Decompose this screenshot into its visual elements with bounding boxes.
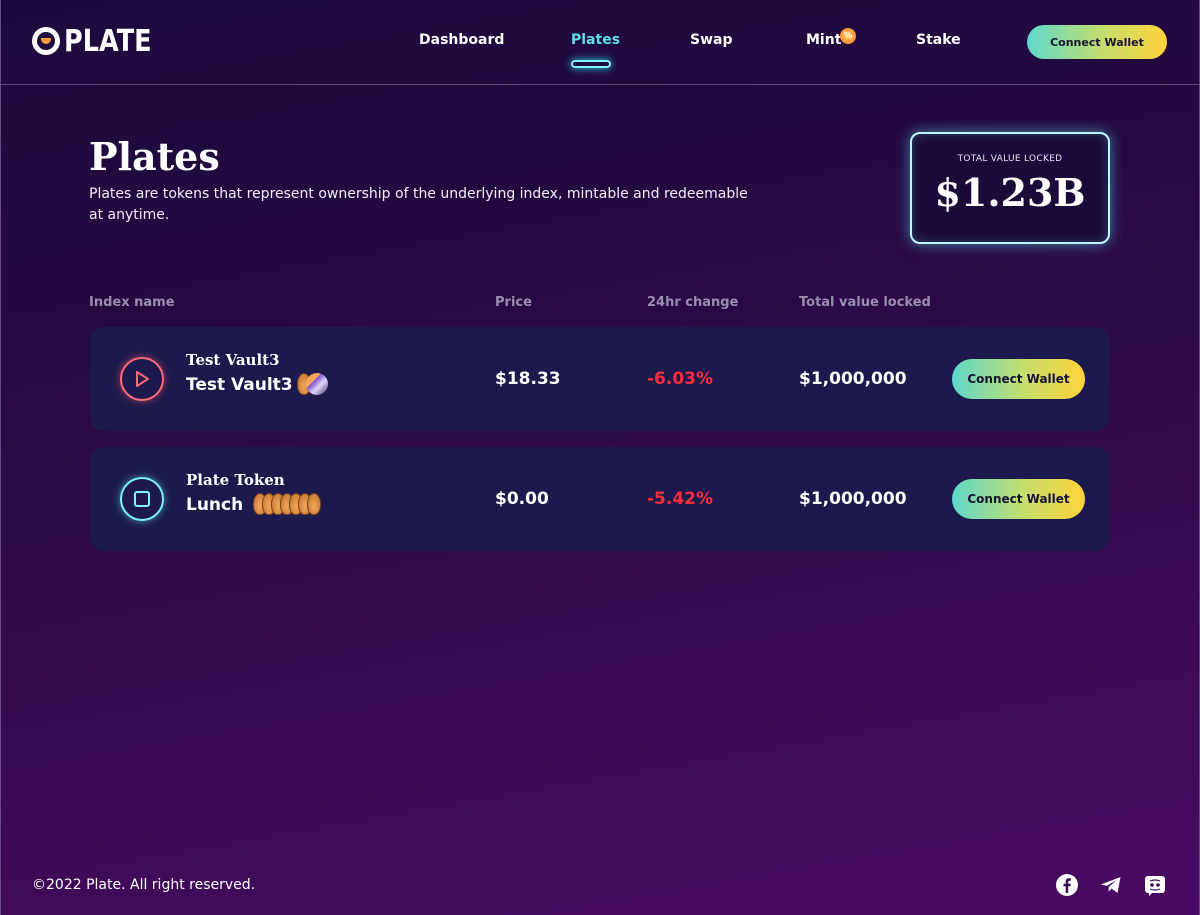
top-header: PLATE Dashboard Plates Swap Mint Stake %… xyxy=(0,0,1200,85)
index-subname: Lunch xyxy=(186,495,244,515)
facebook-icon[interactable] xyxy=(1055,873,1079,897)
active-nav-indicator xyxy=(571,60,611,68)
nav-item-mint[interactable]: Mint xyxy=(806,32,841,48)
stop-icon xyxy=(120,477,164,521)
pancake-token-icon xyxy=(307,493,321,515)
tvl-value: $1,000,000 xyxy=(799,489,907,509)
discord-icon[interactable] xyxy=(1143,873,1167,897)
row-connect-wallet-button[interactable]: Connect Wallet xyxy=(952,479,1085,519)
mint-discount-badge-icon: % xyxy=(840,28,856,44)
row-connect-wallet-button[interactable]: Connect Wallet xyxy=(952,359,1085,399)
tvl-label: TOTAL VALUE LOCKED xyxy=(957,154,1063,164)
column-header-price: Price xyxy=(495,295,532,310)
page-subtitle: Plates are tokens that represent ownersh… xyxy=(89,186,748,223)
token-icons xyxy=(297,373,328,397)
change-value: -5.42% xyxy=(647,489,714,509)
tvl-value: $1.23B xyxy=(934,170,1086,215)
table-row[interactable]: Plate Token Lunch $0.00 -5.42% $1,000,00… xyxy=(90,447,1110,551)
header-connect-wallet-button[interactable]: Connect Wallet xyxy=(1027,25,1167,59)
price-value: $18.33 xyxy=(495,369,561,389)
nav-item-stake[interactable]: Stake xyxy=(916,32,961,48)
play-icon xyxy=(120,357,164,401)
page-title: Plates xyxy=(89,134,220,179)
sushi-token-icon xyxy=(306,373,328,395)
table-row[interactable]: Test Vault3 Test Vault3 $18.33 -6.03% $1… xyxy=(90,327,1110,431)
column-header-index-name: Index name xyxy=(89,295,175,310)
copyright-text: ©2022 Plate. All right reserved. xyxy=(32,877,256,893)
nav-item-plates[interactable]: Plates xyxy=(571,32,620,48)
plate-logo-icon xyxy=(32,27,60,55)
plate-logo[interactable]: PLATE xyxy=(32,23,167,59)
change-value: -6.03% xyxy=(647,369,714,389)
price-value: $0.00 xyxy=(495,489,549,509)
index-name: Plate Token xyxy=(186,471,285,489)
nav-item-dashboard[interactable]: Dashboard xyxy=(419,32,504,48)
token-icons xyxy=(253,493,321,517)
index-subname: Test Vault3 xyxy=(186,375,293,395)
telegram-icon[interactable] xyxy=(1099,873,1123,897)
column-header-total-value-locked: Total value locked xyxy=(799,295,931,310)
brand-name: PLATE xyxy=(64,23,152,59)
tvl-card: TOTAL VALUE LOCKED $1.23B xyxy=(910,132,1110,244)
nav-item-swap[interactable]: Swap xyxy=(690,32,733,48)
index-name: Test Vault3 xyxy=(186,351,280,369)
column-header-24hr-change: 24hr change xyxy=(647,295,739,310)
tvl-value: $1,000,000 xyxy=(799,369,907,389)
